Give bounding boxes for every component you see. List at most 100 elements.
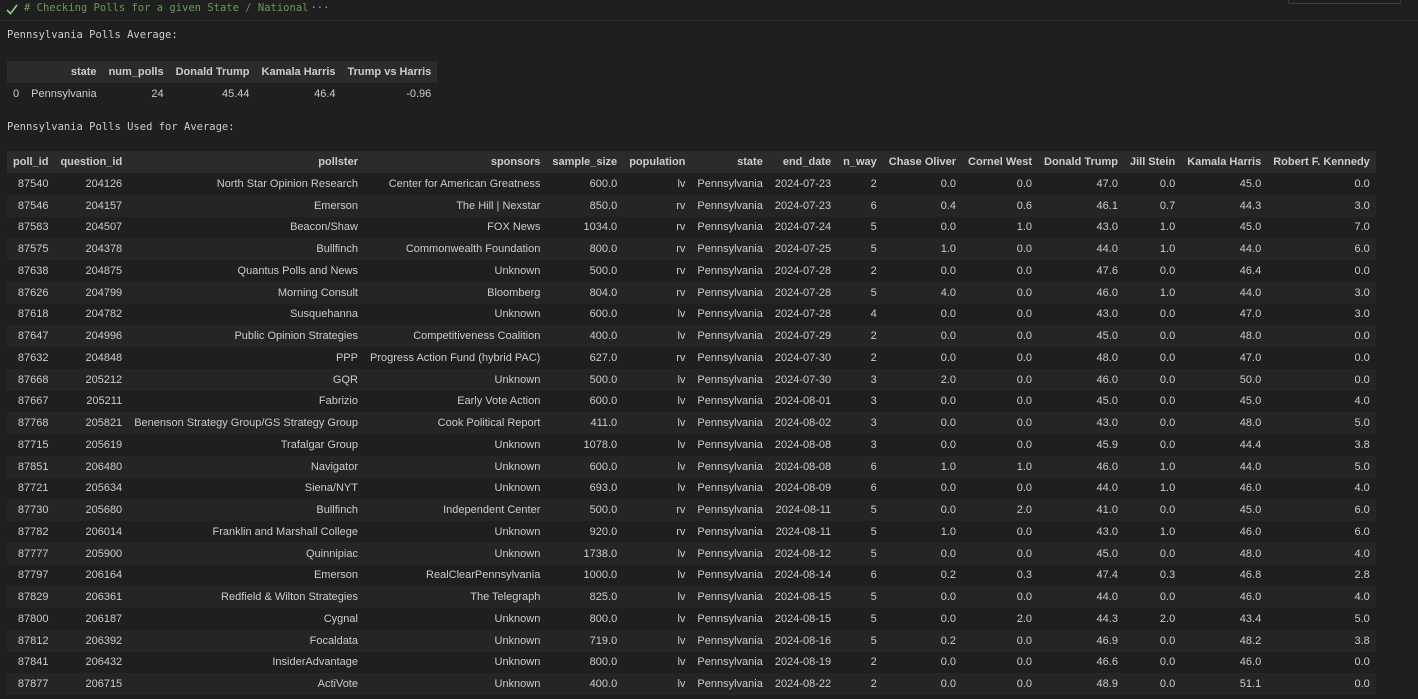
cell-chase-oliver: 1.0 [940, 460, 957, 473]
cell-end-date: 2024-08-19 [774, 656, 832, 669]
cell-cornel-west: 2.0 [1016, 504, 1033, 517]
cell-state: Pennsylvania [697, 460, 763, 473]
cell-cornel-west: 0.0 [1016, 634, 1033, 647]
cell-cornel-west: 0.0 [1016, 243, 1033, 256]
cell-cornel-west: 0.0 [1016, 373, 1033, 386]
table-row: 87797 206164 Emerson RealClearPennsylvania 1… [7, 565, 1376, 587]
cell-poll-id: 87647 [17, 330, 49, 343]
cell-robert-f-kennedy: 4.0 [1354, 547, 1370, 560]
cell-donald-trump: 47.4 [1096, 569, 1118, 582]
cell-pollster: Morning Consult [277, 286, 358, 299]
cell-jill-stein: 2.0 [1159, 612, 1176, 625]
cell-pollster: Quantus Polls and News [237, 264, 358, 277]
cell-n-way: 2 [870, 264, 877, 277]
cell-jill-stein: 0.0 [1159, 395, 1176, 408]
cell-sample-size: 920.0 [589, 525, 618, 538]
cell-n-way: 5 [870, 221, 877, 234]
expand-ellipsis[interactable]: ··· [310, 2, 329, 14]
cell-end-date: 2024-07-23 [774, 199, 832, 212]
column-header-donald-trump: Donald Trump [1044, 156, 1118, 168]
cell-cornel-west: 0.0 [1016, 395, 1033, 408]
cell-donald-trump: 46.9 [1096, 634, 1118, 647]
cell-end-date: 2024-08-15 [774, 612, 832, 625]
cell-population: rv [676, 525, 686, 538]
cell-trump-vs-harris: -0.96 [406, 87, 432, 100]
cell-pollster: Trafalgar Group [280, 438, 358, 451]
table-row: 87721 205634 Siena/NYT Unknown 693.0 lv Pennsy… [7, 478, 1376, 500]
table-header-row: state num_polls Donald Trump Kamala Harris T… [7, 61, 438, 83]
cell-pollster: Franklin and Marshall College [212, 525, 358, 538]
cell-question-id: 205212 [85, 373, 123, 386]
cell-cornel-west: 0.0 [1016, 678, 1033, 691]
cell-kamala-harris: 44.0 [1239, 460, 1262, 473]
cell-donald-trump: 45.0 [1096, 330, 1118, 343]
cell-end-date: 2024-07-29 [774, 330, 832, 343]
cell-question-id: 204378 [85, 243, 123, 256]
table-row: 87829 206361 Redfield & Wilton Strategies T… [7, 586, 1376, 608]
cell-jill-stein: 1.0 [1159, 482, 1176, 495]
cell-poll-id: 87632 [17, 351, 49, 364]
cell-poll-id: 87782 [17, 525, 49, 538]
cell-donald-trump: 46.0 [1096, 373, 1118, 386]
table-row: 87851 206480 Navigator Unknown 600.0 lv Pennsy… [7, 455, 1376, 478]
cell-kamala-harris: 46.0 [1239, 656, 1262, 669]
cell-donald-trump: 48.9 [1096, 678, 1118, 691]
cell-kamala-harris: 45.0 [1239, 177, 1262, 190]
cell-sponsors: Unknown [494, 612, 541, 625]
column-header-population: population [629, 156, 686, 168]
table-row: 87638 204875 Quantus Polls and News Unknown… [7, 260, 1376, 282]
column-header-kamala-harris: Kamala Harris [261, 66, 336, 78]
cell-jill-stein: 0.0 [1159, 547, 1176, 560]
cell-poll-id: 87575 [17, 243, 49, 256]
cell-cornel-west: 0.0 [1016, 177, 1033, 190]
cell-sponsors: The Telegraph [470, 591, 541, 604]
cell-robert-f-kennedy: 6.0 [1354, 243, 1370, 256]
cell-chase-oliver: 0.2 [940, 569, 957, 582]
cell-header[interactable]: # Checking Polls for a given State / Nat… [0, 0, 1418, 21]
cell-donald-trump: 46.0 [1096, 460, 1118, 473]
cell-cornel-west: 0.0 [1016, 547, 1033, 560]
column-header-robert-f-kennedy: Robert F. Kennedy [1273, 156, 1370, 168]
cell-question-id: 206361 [85, 591, 123, 604]
cell-population: lv [677, 438, 686, 451]
cell-sponsors: Unknown [494, 308, 541, 321]
cell-population: lv [677, 591, 686, 604]
cell-cornel-west: 0.3 [1016, 569, 1033, 582]
cell-kamala-harris: 46.4 [314, 87, 336, 100]
cell-kamala-harris: 48.2 [1239, 634, 1262, 647]
cell-jill-stein: 0.0 [1159, 438, 1176, 451]
cell-n-way: 6 [870, 482, 877, 495]
cell-cornel-west: 0.0 [1016, 656, 1033, 669]
cell-sample-size: 800.0 [589, 612, 618, 625]
cell-end-date: 2024-08-08 [774, 438, 832, 451]
cell-state: Pennsylvania [697, 264, 763, 277]
cell-poll-id: 87829 [17, 591, 49, 604]
collapsed-cell-source[interactable]: # Checking Polls for a given State / Nat… [24, 2, 329, 14]
cell-poll-id: 87546 [17, 199, 49, 212]
cell-pollster: Redfield & Wilton Strategies [221, 591, 358, 604]
cell-sample-size: 500.0 [589, 264, 618, 277]
table-row: 87546 204157 Emerson The Hill | Nexstar 850.… [7, 194, 1376, 217]
cell-n-way: 5 [870, 547, 877, 560]
cell-n-way: 5 [870, 504, 877, 517]
cell-state: Pennsylvania [697, 656, 763, 669]
cell-poll-id: 87730 [17, 504, 49, 517]
column-header-question-id: question_id [60, 156, 123, 168]
cell-population: lv [677, 308, 686, 321]
cell-chase-oliver: 0.0 [940, 591, 957, 604]
cell-sample-size: 850.0 [589, 199, 618, 212]
cell-chase-oliver: 4.0 [940, 286, 957, 299]
cell-cornel-west: 0.0 [1016, 286, 1033, 299]
cell-end-date: 2024-07-30 [774, 351, 832, 364]
cell-pollster: Susquehanna [290, 308, 358, 321]
cell-n-way: 2 [870, 656, 877, 669]
cell-n-way: 2 [870, 177, 877, 190]
cell-kamala-harris: 45.0 [1239, 221, 1262, 234]
cell-state: Pennsylvania [697, 482, 763, 495]
cell-state: Pennsylvania [697, 438, 763, 451]
cell-sponsors: Commonwealth Foundation [405, 243, 541, 256]
cell-cornel-west: 0.0 [1016, 417, 1033, 430]
cell-robert-f-kennedy: 7.0 [1354, 221, 1370, 234]
cell-poll-id: 87540 [17, 177, 49, 190]
cell-end-date: 2024-08-14 [774, 569, 832, 582]
